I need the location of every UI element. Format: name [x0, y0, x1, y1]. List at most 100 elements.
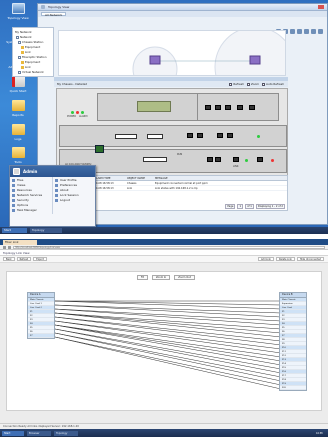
expand-icon[interactable]	[18, 71, 21, 74]
url-input[interactable]: http://localhost:8080/topology/linkview	[13, 245, 325, 249]
link-line[interactable]	[54, 308, 282, 326]
taskbar-item[interactable]: Topology	[30, 228, 62, 233]
menu-icon	[55, 199, 58, 202]
link-line[interactable]	[54, 324, 282, 362]
layout-icon[interactable]	[311, 29, 316, 34]
link-line[interactable]	[54, 304, 282, 314]
back-button[interactable]: Back	[3, 257, 15, 261]
port-icon[interactable]	[227, 133, 233, 138]
tree-node[interactable]: Virtual Network	[15, 70, 51, 75]
desktop-icon-tools[interactable]: Tools	[6, 147, 30, 164]
port-icon[interactable]	[207, 157, 213, 162]
port-icon[interactable]	[197, 133, 203, 138]
port-icon[interactable]	[237, 105, 243, 110]
back-icon[interactable]	[3, 245, 6, 249]
link-line[interactable]	[54, 336, 282, 386]
device-b-panel[interactable]: Device B Main Chassis Expansion Line Car…	[279, 292, 307, 391]
fit-icon[interactable]	[297, 29, 302, 34]
port-icon[interactable]	[217, 133, 223, 138]
link-line[interactable]	[54, 328, 282, 374]
start-menu-right: User Profile Preferences About Lock Sess…	[52, 177, 95, 214]
node-icon[interactable]	[249, 55, 261, 65]
menu-icon	[55, 184, 58, 187]
port-icon[interactable]	[187, 133, 193, 138]
window-titlebar[interactable]: Topology View	[38, 4, 327, 11]
zoom-checkbox[interactable]: Zoom	[246, 82, 259, 86]
chassis-label: POWER	[67, 115, 76, 118]
desktop-icon-topology[interactable]: Topology View	[6, 3, 30, 20]
menu-icon	[12, 194, 15, 197]
add-link-button[interactable]: Add Link	[257, 257, 274, 261]
hide-unconnected-button[interactable]: Hide Unconnected	[296, 257, 324, 261]
link-icon	[21, 51, 24, 54]
chassis-view[interactable]: POWER ALARM AC 100-240V 50/60Hz RUN LINK	[56, 88, 288, 176]
menu-icon	[55, 189, 58, 192]
link-line[interactable]	[54, 316, 282, 342]
refresh-icon[interactable]	[304, 29, 309, 34]
status-led	[245, 159, 248, 162]
expand-icon[interactable]	[18, 56, 21, 59]
chassis-label: RUN	[177, 153, 183, 156]
db-port[interactable]	[143, 157, 167, 162]
db-port[interactable]	[115, 134, 137, 139]
link-line[interactable]	[54, 320, 282, 354]
db-port[interactable]	[147, 134, 163, 139]
port-icon[interactable]	[215, 105, 221, 110]
port-icon[interactable]	[225, 105, 231, 110]
power-connector-icon	[95, 145, 104, 153]
close-icon[interactable]	[318, 5, 324, 9]
device-a-panel[interactable]: Device A Main Chassis Line Card 1 Line C…	[27, 292, 55, 339]
network-tree: My Network Network Chassis Station Equip…	[12, 27, 54, 77]
page-input[interactable]: 1	[237, 204, 244, 209]
device-a-port-row[interactable]: P7	[28, 334, 54, 338]
taskbar: Start Browser Topology 16:58	[0, 429, 328, 437]
port-icon[interactable]	[205, 105, 211, 110]
device-b-port-row[interactable]: P20	[280, 386, 306, 390]
menu-icon	[12, 209, 15, 212]
topology-canvas[interactable]	[58, 30, 286, 76]
settings-icon[interactable]	[318, 29, 323, 34]
desktop-screenshot-top: Topology View System Monitor Admin Guide…	[0, 0, 328, 234]
refresh-checkbox[interactable]: Refresh	[229, 82, 244, 86]
menu-icon	[12, 179, 15, 182]
pdf-icon	[11, 76, 25, 87]
menu-item[interactable]: Task Manager	[12, 208, 50, 213]
taskbar-item[interactable]: Browser	[27, 430, 51, 436]
expand-icon[interactable]	[18, 41, 21, 44]
expand-icon[interactable]	[16, 36, 19, 39]
folder-icon	[11, 124, 25, 135]
export-button[interactable]: Export	[33, 257, 47, 261]
link-line[interactable]	[54, 332, 282, 382]
desktop-icon-quick-start[interactable]: Quick Start	[6, 76, 30, 93]
topology-map	[132, 31, 285, 75]
delete-link-button[interactable]: Delete Link	[275, 257, 295, 261]
forward-icon[interactable]	[8, 245, 11, 249]
port-icon[interactable]	[257, 157, 263, 162]
link-line[interactable]	[54, 300, 282, 310]
app-title: Topology Link View	[3, 250, 30, 255]
tab-all-network[interactable]: All Network	[41, 12, 67, 17]
link-line[interactable]	[54, 332, 282, 378]
start-button[interactable]: Start	[2, 228, 27, 233]
port-icon[interactable]	[249, 105, 255, 110]
chassis-slot[interactable]	[59, 125, 287, 147]
pager: Page 1 of 1 Displaying 1 - 2 of 2	[225, 204, 285, 209]
folder-icon	[11, 147, 25, 158]
link-canvas[interactable]: Fit Zoom In Zoom Out Device A Main Chass…	[6, 271, 322, 411]
link-line[interactable]	[54, 300, 282, 306]
start-menu: Admin Files Views Resources Network Serv…	[9, 165, 96, 227]
node-icon[interactable]	[149, 55, 161, 65]
refresh-button[interactable]: Refresh	[16, 257, 32, 261]
menu-item[interactable]: Logout	[55, 198, 93, 203]
browser-tab[interactable]: Fiber Link	[3, 240, 37, 245]
port-icon[interactable]	[215, 157, 221, 162]
desktop-icon-reports[interactable]: Reports	[6, 100, 30, 117]
desktop-icon-logs[interactable]: Logs	[6, 124, 30, 141]
chassis-label: ALARM	[79, 115, 88, 118]
menu-icon	[12, 204, 15, 207]
port-icon[interactable]	[233, 157, 239, 162]
auto-refresh-checkbox[interactable]: Auto Refresh	[262, 82, 284, 86]
start-button[interactable]: Start	[2, 430, 24, 436]
taskbar-item[interactable]: Topology	[54, 430, 78, 436]
zoom-out-icon[interactable]	[290, 29, 295, 34]
